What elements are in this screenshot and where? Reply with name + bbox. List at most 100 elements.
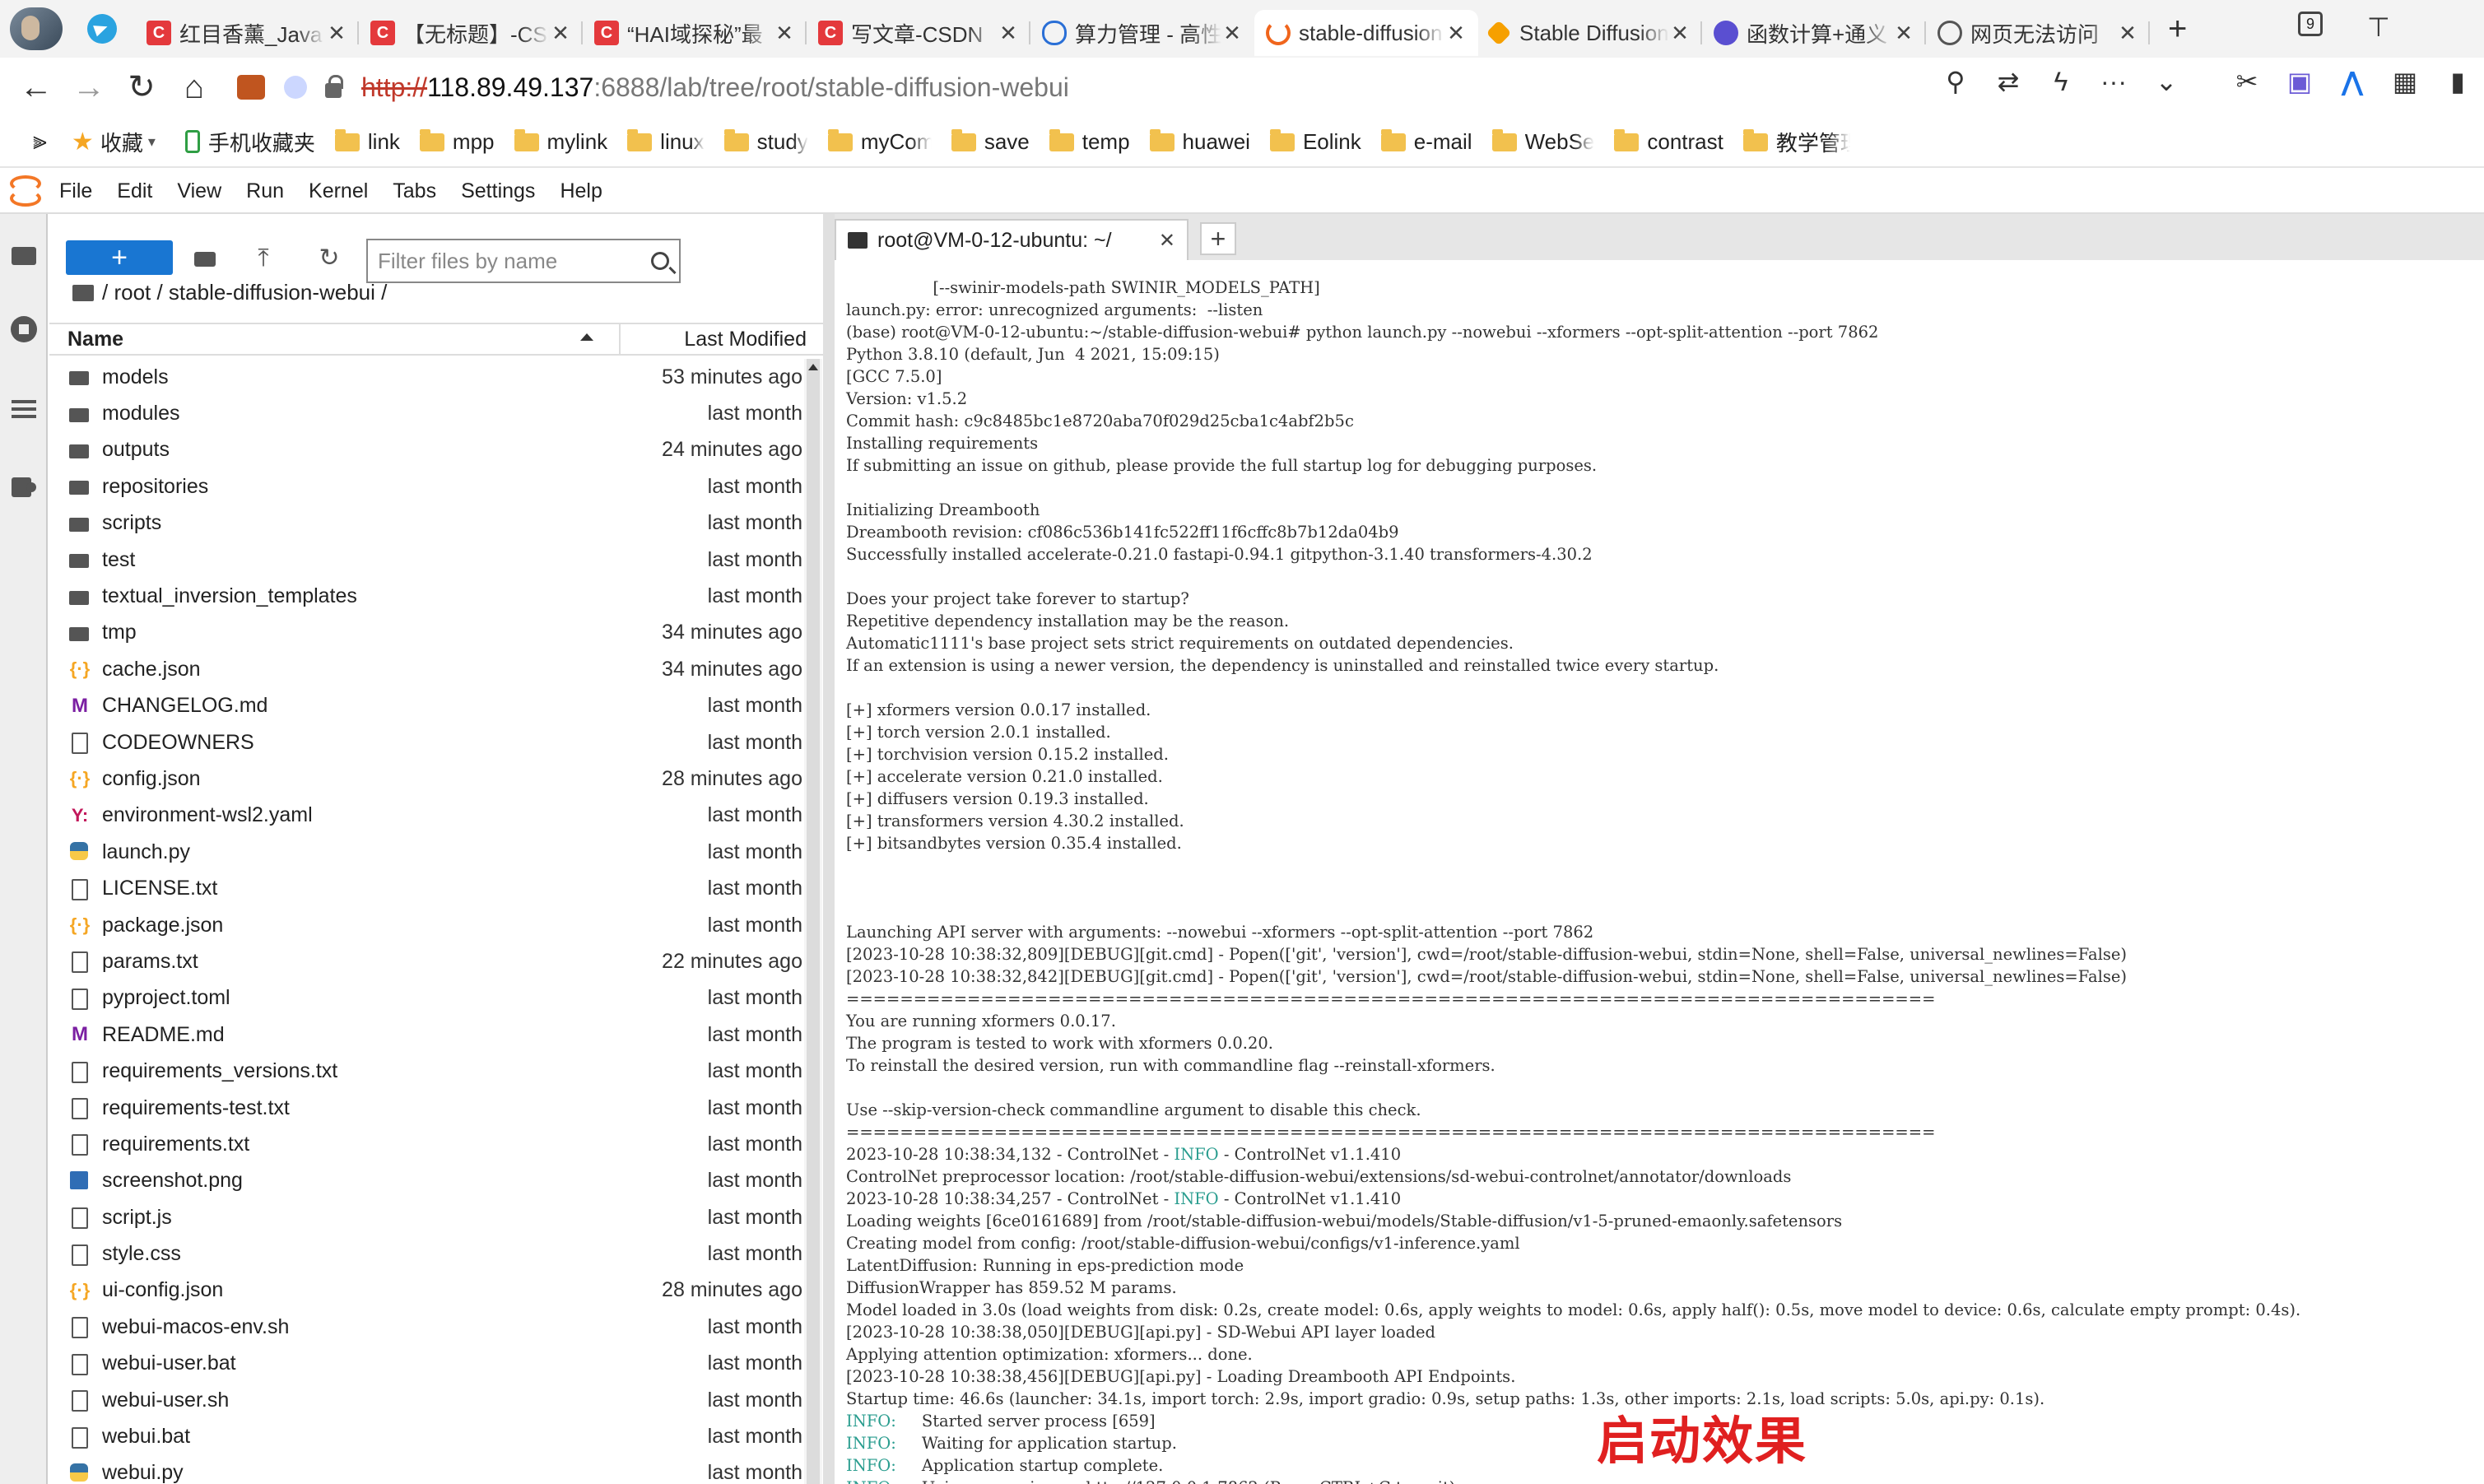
zoom-icon[interactable]: ⚲ xyxy=(1929,66,1982,97)
table-of-contents-icon[interactable] xyxy=(8,393,40,425)
bookmark-folder[interactable]: myCom xyxy=(827,127,932,157)
ai-assistant-icon[interactable]: ⋀ xyxy=(2326,66,2379,97)
file-row[interactable]: requirements-test.txt last month xyxy=(49,1090,802,1126)
file-row[interactable]: {·} ui-config.json 28 minutes ago xyxy=(49,1272,802,1309)
file-row[interactable]: webui-macos-env.sh last month xyxy=(49,1309,802,1345)
close-tab-icon[interactable]: ✕ xyxy=(550,21,571,46)
close-tab-icon[interactable]: ✕ xyxy=(774,21,795,46)
file-row[interactable]: webui-user.sh last month xyxy=(49,1382,802,1418)
bookmark-folder[interactable]: e-mail xyxy=(1380,127,1472,157)
browser-tab[interactable]: 函数计算+通义 ✕ xyxy=(1702,10,1926,56)
breadcrumb[interactable]: / root / stable-diffusion-webui / xyxy=(72,280,387,305)
file-row[interactable]: params.txt 22 minutes ago xyxy=(49,943,802,979)
apps-grid-icon[interactable]: ▦ xyxy=(2379,66,2431,97)
bookmark-folder[interactable]: linux xyxy=(627,127,705,157)
extensions-icon[interactable] xyxy=(8,469,40,500)
browser-tab[interactable]: 算力管理 - 高性 ✕ xyxy=(1030,10,1254,56)
file-row[interactable]: {·} package.json last month xyxy=(49,907,802,943)
file-row[interactable]: webui.py last month xyxy=(49,1455,802,1484)
shirt-icon[interactable]: ⊤ xyxy=(2367,12,2390,43)
translate-icon[interactable]: ⇄ xyxy=(1982,66,2035,97)
bookmark-folder[interactable]: contrast xyxy=(1614,127,1723,157)
lightning-icon[interactable]: ϟ xyxy=(2035,67,2087,97)
scrollbar-thumb[interactable] xyxy=(807,359,820,1484)
file-row[interactable]: outputs 24 minutes ago xyxy=(49,432,802,468)
back-button[interactable]: ← xyxy=(10,69,63,106)
menu-run[interactable]: Run xyxy=(246,179,284,203)
file-browser-icon[interactable] xyxy=(8,239,40,270)
filter-files-input[interactable]: Filter files by name xyxy=(366,239,681,283)
file-row[interactable]: Y: environment-wsl2.yaml last month xyxy=(49,798,802,834)
browser-tab[interactable]: Stable Diffusion ✕ xyxy=(1478,10,1702,56)
home-button[interactable]: ⌂ xyxy=(168,69,221,106)
menu-tabs[interactable]: Tabs xyxy=(393,179,436,203)
running-kernels-icon[interactable] xyxy=(8,314,40,346)
bookmark-folder[interactable]: Eolink xyxy=(1269,127,1361,157)
close-tab-icon[interactable]: ✕ xyxy=(998,21,1019,46)
browser-tab[interactable]: C 写文章-CSDN ✕ xyxy=(807,10,1030,56)
menu-help[interactable]: Help xyxy=(560,179,602,203)
bookmark-folder[interactable]: mpp xyxy=(419,127,495,157)
file-row[interactable]: launch.py last month xyxy=(49,834,802,870)
browser-tab[interactable]: 网页无法访问 ✕ xyxy=(1926,10,2150,56)
close-tab-icon[interactable]: ✕ xyxy=(1893,21,1914,46)
menu-edit[interactable]: Edit xyxy=(117,179,152,203)
column-divider[interactable] xyxy=(619,324,621,356)
file-row[interactable]: {·} config.json 28 minutes ago xyxy=(49,761,802,797)
file-row[interactable]: style.css last month xyxy=(49,1235,802,1272)
file-row[interactable]: screenshot.png last month xyxy=(49,1163,802,1199)
bookmark-folder[interactable]: temp xyxy=(1049,127,1130,157)
sidebar-toggle-icon[interactable]: ⫸ xyxy=(33,128,47,156)
file-list-scrollbar[interactable] xyxy=(804,359,822,1484)
bookmark-folder[interactable]: WebSe xyxy=(1491,127,1594,157)
menu-view[interactable]: View xyxy=(177,179,221,203)
telegram-icon[interactable] xyxy=(87,14,117,44)
bookmark-folder[interactable]: huawei xyxy=(1149,127,1250,157)
upload-icon[interactable]: ⤒ xyxy=(247,242,280,275)
terminal-output[interactable]: [--swinir-models-path SWINIR_MODELS_PATH… xyxy=(835,262,2484,1484)
bookmark-mobile[interactable]: 手机收藏夹 xyxy=(184,127,315,157)
sort-asc-icon[interactable] xyxy=(580,333,593,341)
file-row[interactable]: M README.md last month xyxy=(49,1016,802,1053)
bookmark-folder[interactable]: mylink xyxy=(514,127,607,157)
user-icon[interactable]: ▮ xyxy=(2431,66,2484,97)
file-row[interactable]: CODEOWNERS last month xyxy=(49,724,802,761)
new-tab-button[interactable]: + xyxy=(2168,11,2187,48)
translate-ext-icon[interactable]: ▣ xyxy=(2273,66,2326,97)
close-icon[interactable]: ✕ xyxy=(1159,229,1175,253)
close-tab-icon[interactable]: ✕ xyxy=(326,21,347,46)
file-row[interactable]: webui.bat last month xyxy=(49,1418,802,1454)
close-tab-icon[interactable]: ✕ xyxy=(2117,21,2138,46)
file-row[interactable]: test last month xyxy=(49,542,802,578)
file-row[interactable]: pyproject.toml last month xyxy=(49,980,802,1016)
column-last-modified[interactable]: Last Modified xyxy=(684,328,807,351)
bookmark-folder[interactable]: 教学管理 xyxy=(1742,127,1850,157)
file-row[interactable]: script.js last month xyxy=(49,1199,802,1235)
column-name[interactable]: Name xyxy=(67,328,123,351)
file-row[interactable]: webui-user.bat last month xyxy=(49,1346,802,1382)
scissors-icon[interactable]: ✂ xyxy=(2221,66,2273,97)
close-tab-icon[interactable]: ✕ xyxy=(1221,21,1243,46)
reload-button[interactable]: ↻ xyxy=(115,68,168,106)
new-launcher-button[interactable]: + xyxy=(66,240,173,275)
bag-icon[interactable] xyxy=(237,75,265,100)
forward-button[interactable]: → xyxy=(63,69,115,106)
bookmark-folder[interactable]: save xyxy=(951,127,1030,157)
scroll-up-icon[interactable] xyxy=(808,364,818,370)
bookmark-folder[interactable]: link xyxy=(334,127,400,157)
new-tab-button[interactable]: + xyxy=(1200,222,1236,255)
bookmark-folder[interactable]: study xyxy=(723,127,808,157)
refresh-icon[interactable]: ↻ xyxy=(313,242,346,275)
browser-tab[interactable]: C 【无标题】-CSDN✕ xyxy=(359,10,583,56)
file-row[interactable]: scripts last month xyxy=(49,505,802,542)
file-row[interactable]: {·} cache.json 34 minutes ago xyxy=(49,651,802,687)
insecure-lock-icon[interactable] xyxy=(323,75,345,100)
new-folder-icon[interactable] xyxy=(188,242,221,275)
profile-avatar[interactable] xyxy=(10,7,63,50)
browser-tab[interactable]: C “HAI域探秘”最 ✕ xyxy=(583,10,807,56)
browser-tab[interactable]: C 红目香薰_Java ✕ xyxy=(135,10,359,56)
file-row[interactable]: M CHANGELOG.md last month xyxy=(49,688,802,724)
menu-settings[interactable]: Settings xyxy=(461,179,535,203)
dropdown-icon[interactable]: ▾ xyxy=(148,133,156,151)
chevron-down-icon[interactable]: ⌄ xyxy=(2140,66,2193,97)
